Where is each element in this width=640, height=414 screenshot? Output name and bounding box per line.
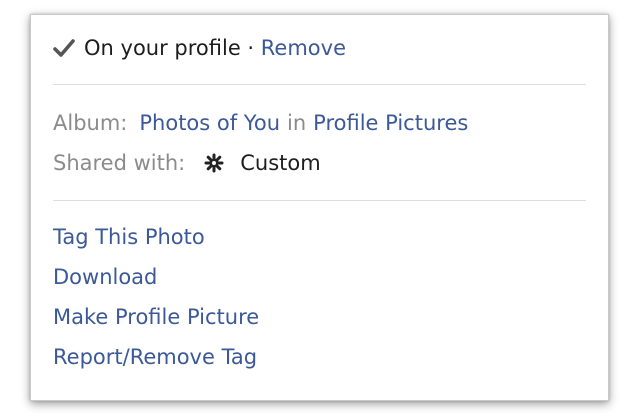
gear-icon[interactable] <box>204 153 224 173</box>
album-row: Album: Photos of You in Profile Pictures <box>53 108 468 138</box>
divider-middle <box>53 200 586 201</box>
remove-link[interactable]: Remove <box>261 36 346 60</box>
checkmark-icon <box>53 39 75 57</box>
album-connector: in <box>287 111 307 135</box>
profile-status-row: On your profile · Remove <box>53 33 346 63</box>
tag-this-photo-link[interactable]: Tag This Photo <box>53 222 205 252</box>
profile-status-text: On your profile <box>84 36 241 60</box>
shared-with-label: Shared with: <box>53 151 186 175</box>
download-link[interactable]: Download <box>53 262 157 292</box>
shared-with-row: Shared with: Custom <box>53 148 321 178</box>
album-label: Album: <box>53 111 128 135</box>
album-name-link[interactable]: Photos of You <box>139 108 280 138</box>
make-profile-picture-link[interactable]: Make Profile Picture <box>53 302 259 332</box>
privacy-custom-selector[interactable]: Custom <box>240 148 320 178</box>
status-separator: · <box>240 36 261 60</box>
divider-top <box>53 84 586 85</box>
photo-options-panel: On your profile · Remove Album: Photos o… <box>30 14 609 401</box>
report-remove-tag-link[interactable]: Report/Remove Tag <box>53 342 257 372</box>
profile-pictures-link[interactable]: Profile Pictures <box>313 108 468 138</box>
